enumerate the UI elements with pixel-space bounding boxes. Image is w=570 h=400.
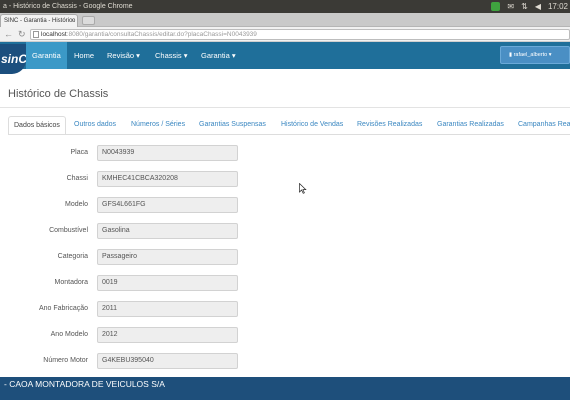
categoria-field[interactable]: Passageiro <box>97 249 238 265</box>
tab-outros-dados[interactable]: Outros dados <box>74 116 116 134</box>
update-icon[interactable] <box>491 2 501 11</box>
numero-motor-field[interactable]: G4KEBU395040 <box>97 353 238 369</box>
network-icon[interactable]: ⇅ <box>521 0 528 13</box>
combustivel-field[interactable]: Gasolina <box>97 223 238 239</box>
os-title-bar: a - Histórico de Chassis - Google Chrome… <box>0 0 570 13</box>
reload-icon[interactable]: ↻ <box>18 28 26 41</box>
nav-item-garantia-brand[interactable]: Garantia <box>26 42 67 69</box>
form-row-placa: Placa N0043939 <box>0 145 250 161</box>
page-title: Histórico de Chassis <box>8 88 109 100</box>
form-row-numero-motor: Número Motor G4KEBU395040 <box>0 353 250 369</box>
tab-numeros-series[interactable]: Números / Séries <box>131 116 185 134</box>
browser-tab-strip: SINC - Garantia - Histórico × <box>0 13 570 27</box>
tab-historico-vendas[interactable]: Histórico de Vendas <box>281 116 343 134</box>
url-path: :8080/garantia/consultaChassis/editar.do… <box>66 31 257 38</box>
tab-dados-basicos[interactable]: Dados básicos <box>8 116 66 134</box>
tab-campanhas-realizadas[interactable]: Campanhas Rea <box>518 116 570 134</box>
modelo-label: Modelo <box>65 201 88 208</box>
volume-icon[interactable]: ◀ <box>535 0 541 13</box>
new-tab-button[interactable] <box>82 16 95 25</box>
tab-garantias-suspensas[interactable]: Garantias Suspensas <box>199 116 266 134</box>
form-row-montadora: Montadora 0019 <box>0 275 250 291</box>
nav-item-revisao[interactable]: Revisão ▾ <box>101 42 146 69</box>
back-arrow-icon[interactable]: ← <box>4 28 13 41</box>
ano-fabricacao-label: Ano Fabricação <box>38 305 88 312</box>
system-tray: ✉ ⇅ ◀ 17:02 <box>491 0 568 13</box>
chassi-label: Chassi <box>66 175 88 182</box>
divider <box>0 107 570 108</box>
form-row-modelo: Modelo GFS4L661FG <box>0 197 250 213</box>
footer-company: - CAOA MONTADORA DE VEICULOS S/A <box>4 379 165 389</box>
numero-motor-label: Número Motor <box>43 357 88 364</box>
tab-bar: Dados básicos Outros dados Números / Sér… <box>8 116 570 135</box>
browser-toolbar: ← ↻ localhost:8080/garantia/consultaChas… <box>0 27 570 42</box>
modelo-field[interactable]: GFS4L661FG <box>97 197 238 213</box>
clock[interactable]: 17:02 <box>548 0 568 13</box>
form-row-ano-modelo: Ano Modelo 2012 <box>0 327 250 343</box>
window-title: a - Histórico de Chassis - Google Chrome <box>3 3 133 10</box>
montadora-field[interactable]: 0019 <box>97 275 238 291</box>
ano-modelo-field[interactable]: 2012 <box>97 327 238 343</box>
placa-field[interactable]: N0043939 <box>97 145 238 161</box>
nav-item-garantia[interactable]: Garantia ▾ <box>195 42 242 69</box>
tab-close-icon[interactable]: × <box>70 15 74 27</box>
page-icon <box>33 31 39 38</box>
user-menu-button[interactable]: ▮ rafael_alberto ▾ <box>500 46 570 64</box>
sinc-logo[interactable]: sinC <box>0 44 27 74</box>
browser-tab[interactable]: SINC - Garantia - Histórico × <box>0 14 78 27</box>
mouse-cursor-icon <box>299 183 307 194</box>
form-row-chassi: Chassi KMHEC41CBCA320208 <box>0 171 250 187</box>
placa-label: Placa <box>70 149 88 156</box>
form-row-ano-fabricacao: Ano Fabricação 2011 <box>0 301 250 317</box>
form-row-categoria: Categoria Passageiro <box>0 249 250 265</box>
ano-modelo-label: Ano Modelo <box>50 331 88 338</box>
address-bar[interactable]: localhost:8080/garantia/consultaChassis/… <box>30 29 570 40</box>
tab-garantias-realizadas[interactable]: Garantias Realizadas <box>437 116 504 134</box>
combustivel-label: Combustível <box>49 227 88 234</box>
footer-bar: - CAOA MONTADORA DE VEICULOS S/A <box>0 377 570 400</box>
ano-fabricacao-field[interactable]: 2011 <box>97 301 238 317</box>
montadora-label: Montadora <box>54 279 88 286</box>
categoria-label: Categoria <box>57 253 88 260</box>
nav-item-chassis[interactable]: Chassis ▾ <box>149 42 194 69</box>
chassi-field[interactable]: KMHEC41CBCA320208 <box>97 171 238 187</box>
nav-item-home[interactable]: Home <box>68 42 100 69</box>
form-row-combustivel: Combustível Gasolina <box>0 223 250 239</box>
tab-revisoes-realizadas[interactable]: Revisões Realizadas <box>357 116 422 134</box>
mail-icon[interactable]: ✉ <box>507 0 514 13</box>
browser-tab-title: SINC - Garantia - Histórico <box>4 18 76 24</box>
url-host: localhost <box>41 31 67 38</box>
user-name: rafael_alberto ▾ <box>513 52 552 58</box>
